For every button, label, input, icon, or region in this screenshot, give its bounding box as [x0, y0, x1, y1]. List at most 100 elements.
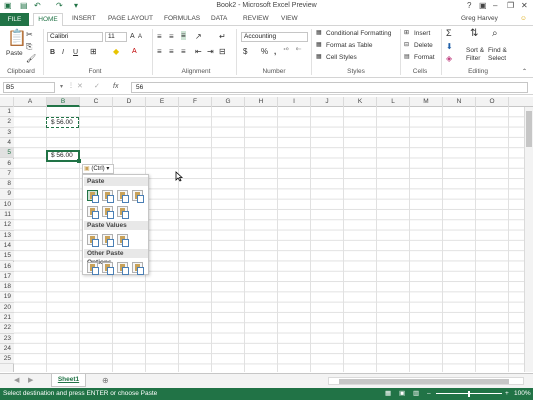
- tab-data[interactable]: DATA: [211, 15, 227, 22]
- enter-entry-icon[interactable]: ✓: [94, 82, 100, 91]
- row-header[interactable]: 14: [0, 240, 14, 252]
- horizontal-scrollbar[interactable]: [328, 377, 524, 385]
- minimize-icon[interactable]: –: [493, 1, 497, 10]
- row-header[interactable]: 1: [0, 107, 14, 118]
- formula-input[interactable]: 56: [131, 82, 528, 93]
- formatting-icon[interactable]: [87, 262, 99, 275]
- row-header[interactable]: 25: [0, 354, 14, 365]
- column-header[interactable]: I: [278, 97, 311, 107]
- normal-view-icon[interactable]: ▦: [385, 388, 391, 400]
- cut-icon[interactable]: ✂: [26, 30, 33, 39]
- row-header[interactable]: 24: [0, 343, 14, 355]
- row-header[interactable]: 6: [0, 158, 14, 169]
- ribbon-display-icon[interactable]: ▣: [479, 1, 487, 10]
- column-header[interactable]: C: [80, 97, 113, 107]
- row-header[interactable]: 10: [0, 199, 14, 210]
- new-sheet-icon[interactable]: ⊕: [102, 376, 109, 385]
- font-name-combo[interactable]: Calibri: [47, 32, 103, 42]
- clear-icon[interactable]: ◈: [446, 54, 452, 63]
- keep-source-column-widths-icon[interactable]: [102, 206, 114, 219]
- row-header[interactable]: 13: [0, 230, 14, 241]
- row-header[interactable]: 19: [0, 292, 14, 303]
- row-header[interactable]: 9: [0, 189, 14, 200]
- row-header[interactable]: 3: [0, 127, 14, 138]
- close-icon[interactable]: ✕: [521, 1, 528, 10]
- smiley-icon[interactable]: ☺: [520, 15, 527, 22]
- column-header[interactable]: J: [311, 97, 344, 107]
- select-all-corner[interactable]: [0, 97, 14, 107]
- column-header[interactable]: D: [113, 97, 146, 107]
- sort-filter-button[interactable]: Sort &: [466, 47, 484, 54]
- number-format-combo[interactable]: Accounting: [241, 32, 308, 42]
- comma-button[interactable]: ,: [274, 47, 276, 56]
- row-header[interactable]: 7: [0, 168, 14, 180]
- percent-button[interactable]: %: [261, 47, 268, 56]
- values-icon[interactable]: [87, 234, 99, 247]
- tab-review[interactable]: REVIEW: [243, 15, 269, 22]
- keep-source-formatting-icon[interactable]: [132, 190, 144, 203]
- row-header[interactable]: 4: [0, 137, 14, 149]
- vertical-scroll-thumb[interactable]: [526, 111, 532, 147]
- sheet-tab-sheet1[interactable]: Sheet1: [51, 374, 86, 387]
- row-header[interactable]: 15: [0, 251, 14, 262]
- tab-file[interactable]: FILE: [0, 13, 29, 26]
- column-header[interactable]: E: [146, 97, 179, 107]
- conditional-formatting-button[interactable]: Conditional Formatting: [326, 30, 391, 37]
- cell-b5-active[interactable]: $ 56.00: [46, 150, 80, 162]
- paste-formulas-number-formatting-icon[interactable]: [117, 190, 129, 203]
- align-center-icon[interactable]: ≡: [169, 47, 174, 56]
- increase-decimal-icon[interactable]: ⁺⁰: [283, 47, 289, 56]
- row-header[interactable]: 8: [0, 179, 14, 190]
- vertical-scrollbar[interactable]: [524, 107, 533, 372]
- paste-formulas-icon[interactable]: [102, 190, 114, 203]
- autosum-icon[interactable]: Σ: [446, 29, 452, 38]
- increase-indent-icon[interactable]: ⇥: [207, 47, 214, 56]
- delete-button[interactable]: Delete: [414, 42, 433, 49]
- column-header[interactable]: N: [443, 97, 476, 107]
- borders-icon[interactable]: ⊞: [90, 47, 97, 56]
- user-name[interactable]: Greg Harvey: [461, 15, 498, 22]
- find-select-button[interactable]: Find &: [488, 47, 507, 54]
- tab-view[interactable]: VIEW: [281, 15, 298, 22]
- next-sheet-icon[interactable]: ▶: [28, 376, 33, 385]
- align-right-icon[interactable]: ≡: [181, 47, 186, 56]
- zoom-level[interactable]: 100%: [514, 388, 531, 400]
- cancel-entry-icon[interactable]: ✕: [77, 82, 83, 91]
- column-header[interactable]: F: [179, 97, 212, 107]
- paste-icon[interactable]: 📋: [7, 31, 27, 47]
- cell-b2[interactable]: $ 56.00: [46, 117, 79, 128]
- zoom-out-icon[interactable]: –: [427, 388, 431, 400]
- column-header[interactable]: G: [212, 97, 245, 107]
- font-color-icon[interactable]: A: [132, 47, 137, 56]
- horizontal-scroll-thumb[interactable]: [339, 379, 509, 384]
- page-layout-view-icon[interactable]: ▣: [399, 388, 405, 400]
- prev-sheet-icon[interactable]: ◀: [14, 376, 19, 385]
- paste-link-icon[interactable]: [102, 262, 114, 275]
- column-header[interactable]: B: [47, 97, 80, 107]
- row-header[interactable]: 17: [0, 271, 14, 283]
- row-header[interactable]: 12: [0, 220, 14, 231]
- tab-insert[interactable]: INSERT: [72, 15, 96, 22]
- column-header[interactable]: A: [14, 97, 47, 107]
- column-header[interactable]: H: [245, 97, 278, 107]
- font-size-combo[interactable]: 11: [105, 32, 127, 42]
- merge-center-icon[interactable]: ⊟: [219, 47, 226, 56]
- sort-filter-button-line2[interactable]: Filter: [466, 55, 480, 62]
- shrink-font-icon[interactable]: A: [138, 33, 142, 42]
- align-left-icon[interactable]: ≡: [157, 47, 162, 56]
- row-header[interactable]: 22: [0, 323, 14, 334]
- bold-button[interactable]: B: [50, 48, 55, 57]
- picture-icon[interactable]: [117, 262, 129, 275]
- tab-page-layout[interactable]: PAGE LAYOUT: [108, 15, 153, 22]
- grow-font-icon[interactable]: A: [130, 32, 135, 41]
- insert-function-button[interactable]: fx: [113, 82, 118, 91]
- column-header[interactable]: O: [476, 97, 509, 107]
- no-borders-icon[interactable]: [87, 206, 99, 219]
- align-bottom-icon[interactable]: ≡: [181, 31, 186, 40]
- column-header[interactable]: K: [344, 97, 377, 107]
- column-header[interactable]: L: [377, 97, 410, 107]
- fill-color-icon[interactable]: ◆: [113, 47, 119, 56]
- restore-icon[interactable]: ❐: [507, 1, 514, 10]
- format-button[interactable]: Format: [414, 54, 435, 61]
- name-box-dropdown-icon[interactable]: ▾: [60, 83, 63, 92]
